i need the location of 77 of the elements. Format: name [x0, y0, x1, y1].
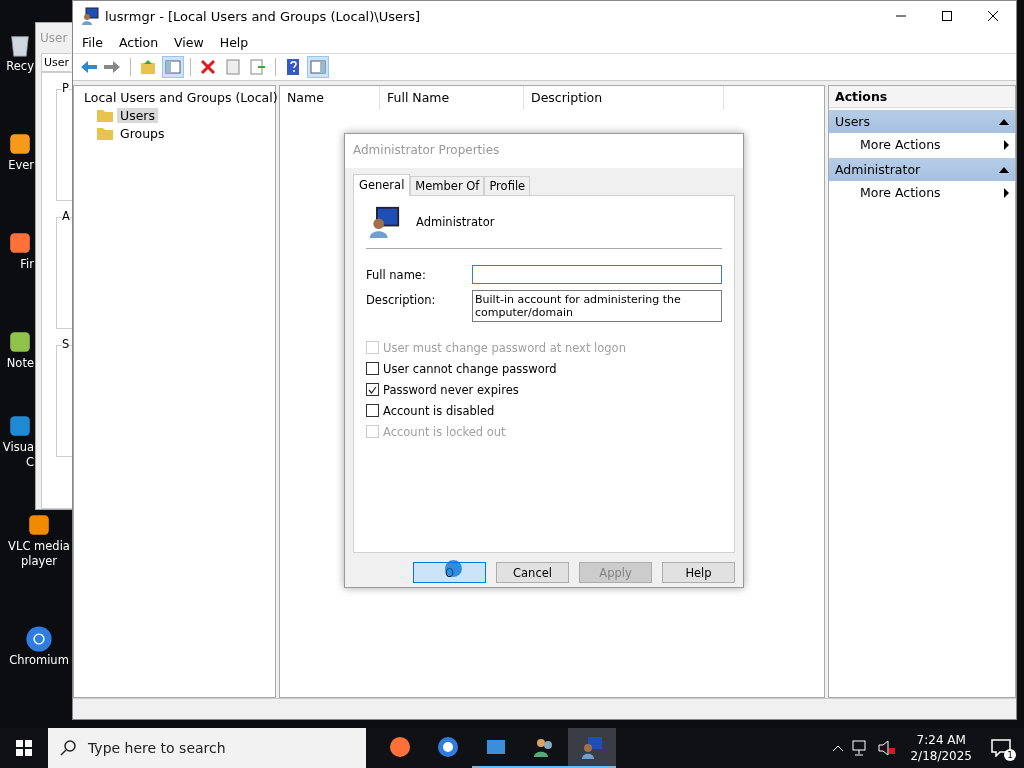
icon-label[interactable]: player [20, 554, 58, 569]
action-item[interactable]: More Actions [829, 133, 1015, 156]
user-name: Administrator [416, 215, 495, 229]
icon-label[interactable]: Fir [20, 257, 34, 272]
field-label: Full name: [366, 267, 427, 282]
icon-label[interactable]: Ever [8, 158, 34, 173]
icon-label[interactable]: Recy [6, 59, 34, 74]
icon-label[interactable]: C [25, 455, 34, 470]
tab[interactable]: User [41, 53, 72, 72]
column-header[interactable]: Full Name [380, 86, 524, 110]
icon-label[interactable]: Visua [2, 440, 34, 455]
properties-icon [224, 58, 242, 76]
chevron-up-icon[interactable] [832, 744, 845, 752]
users-computer-icon [580, 735, 604, 759]
input-field[interactable]: Built-in account for administering the computer/domain [472, 290, 722, 322]
toolbar-button[interactable] [162, 56, 184, 78]
tab[interactable]: Member Of [410, 176, 485, 196]
section-header[interactable]: Users [829, 110, 1015, 133]
delete-icon [199, 58, 217, 76]
browser-icon [388, 735, 412, 759]
collapse-arrow-icon [999, 118, 1009, 125]
column-header[interactable]: Name [280, 86, 380, 110]
pane-title: Actions [829, 86, 1015, 108]
app-icon[interactable] [25, 625, 53, 653]
tree-item[interactable]: Groups [117, 125, 168, 141]
action-item[interactable]: More Actions [829, 181, 1015, 204]
field-label: Description: [366, 292, 437, 307]
submenu-arrow-icon [1004, 187, 1009, 198]
app-icon [81, 7, 99, 25]
window-title: lusrmgr - [Local Users and Groups (Local)\Users] [105, 8, 421, 24]
group-label: P [62, 81, 69, 95]
browser-icon [436, 735, 460, 759]
input-field[interactable] [472, 265, 722, 284]
close-icon [988, 11, 998, 21]
maximize-icon [942, 11, 952, 21]
speaker-muted-icon[interactable] [878, 740, 897, 756]
menu-item[interactable]: Help [212, 32, 256, 52]
search-field[interactable]: Type here to search [48, 728, 366, 768]
dialog-title: Administrator Properties [345, 134, 743, 168]
folder-up-icon [139, 58, 157, 76]
icon-label[interactable]: VLC media [8, 539, 70, 554]
checkbox[interactable]: Password never expires [366, 382, 722, 397]
menu-item[interactable]: View [167, 32, 211, 52]
windows-logo-icon [16, 740, 32, 756]
back-arrow-icon [79, 58, 97, 76]
section-header[interactable]: Administrator [829, 158, 1015, 181]
action-pane-icon [309, 58, 327, 76]
search-icon [60, 740, 76, 756]
icon-label[interactable]: Chromium [9, 653, 69, 668]
checkbox[interactable]: Account is disabled [366, 403, 722, 418]
export-list-icon [249, 58, 267, 76]
toolbar-button[interactable] [307, 56, 329, 78]
tab[interactable]: General [353, 174, 411, 196]
forward-arrow-icon [104, 58, 122, 76]
folder-icon [97, 126, 113, 140]
notification-button[interactable]: 1 [986, 733, 1016, 763]
checkbox[interactable]: User cannot change password [366, 361, 722, 376]
column-header[interactable]: Description [524, 86, 724, 110]
tree-item[interactable]: Users [117, 107, 158, 123]
collapse-arrow-icon [999, 166, 1009, 173]
console-tree-icon [164, 58, 182, 76]
dialog-button[interactable]: Help [662, 562, 735, 583]
dialog-button[interactable]: Cancel [496, 562, 569, 583]
folder-icon [97, 108, 113, 122]
tab[interactable]: Profile [484, 176, 531, 196]
window-title: User [39, 30, 69, 47]
group-label: A [62, 209, 70, 223]
clock[interactable]: 7:24 AM 2/18/2025 [904, 732, 978, 764]
help-icon [284, 58, 302, 76]
icon-label[interactable]: Note [6, 356, 34, 371]
check-icon [368, 385, 377, 394]
user-icon [368, 206, 400, 238]
menu-item[interactable]: Action [111, 32, 166, 52]
group-label: S [62, 337, 70, 351]
tree-item[interactable]: Local Users and Groups (Local) [81, 89, 281, 105]
menu-item[interactable]: File [75, 32, 110, 52]
submenu-arrow-icon [1004, 139, 1009, 150]
